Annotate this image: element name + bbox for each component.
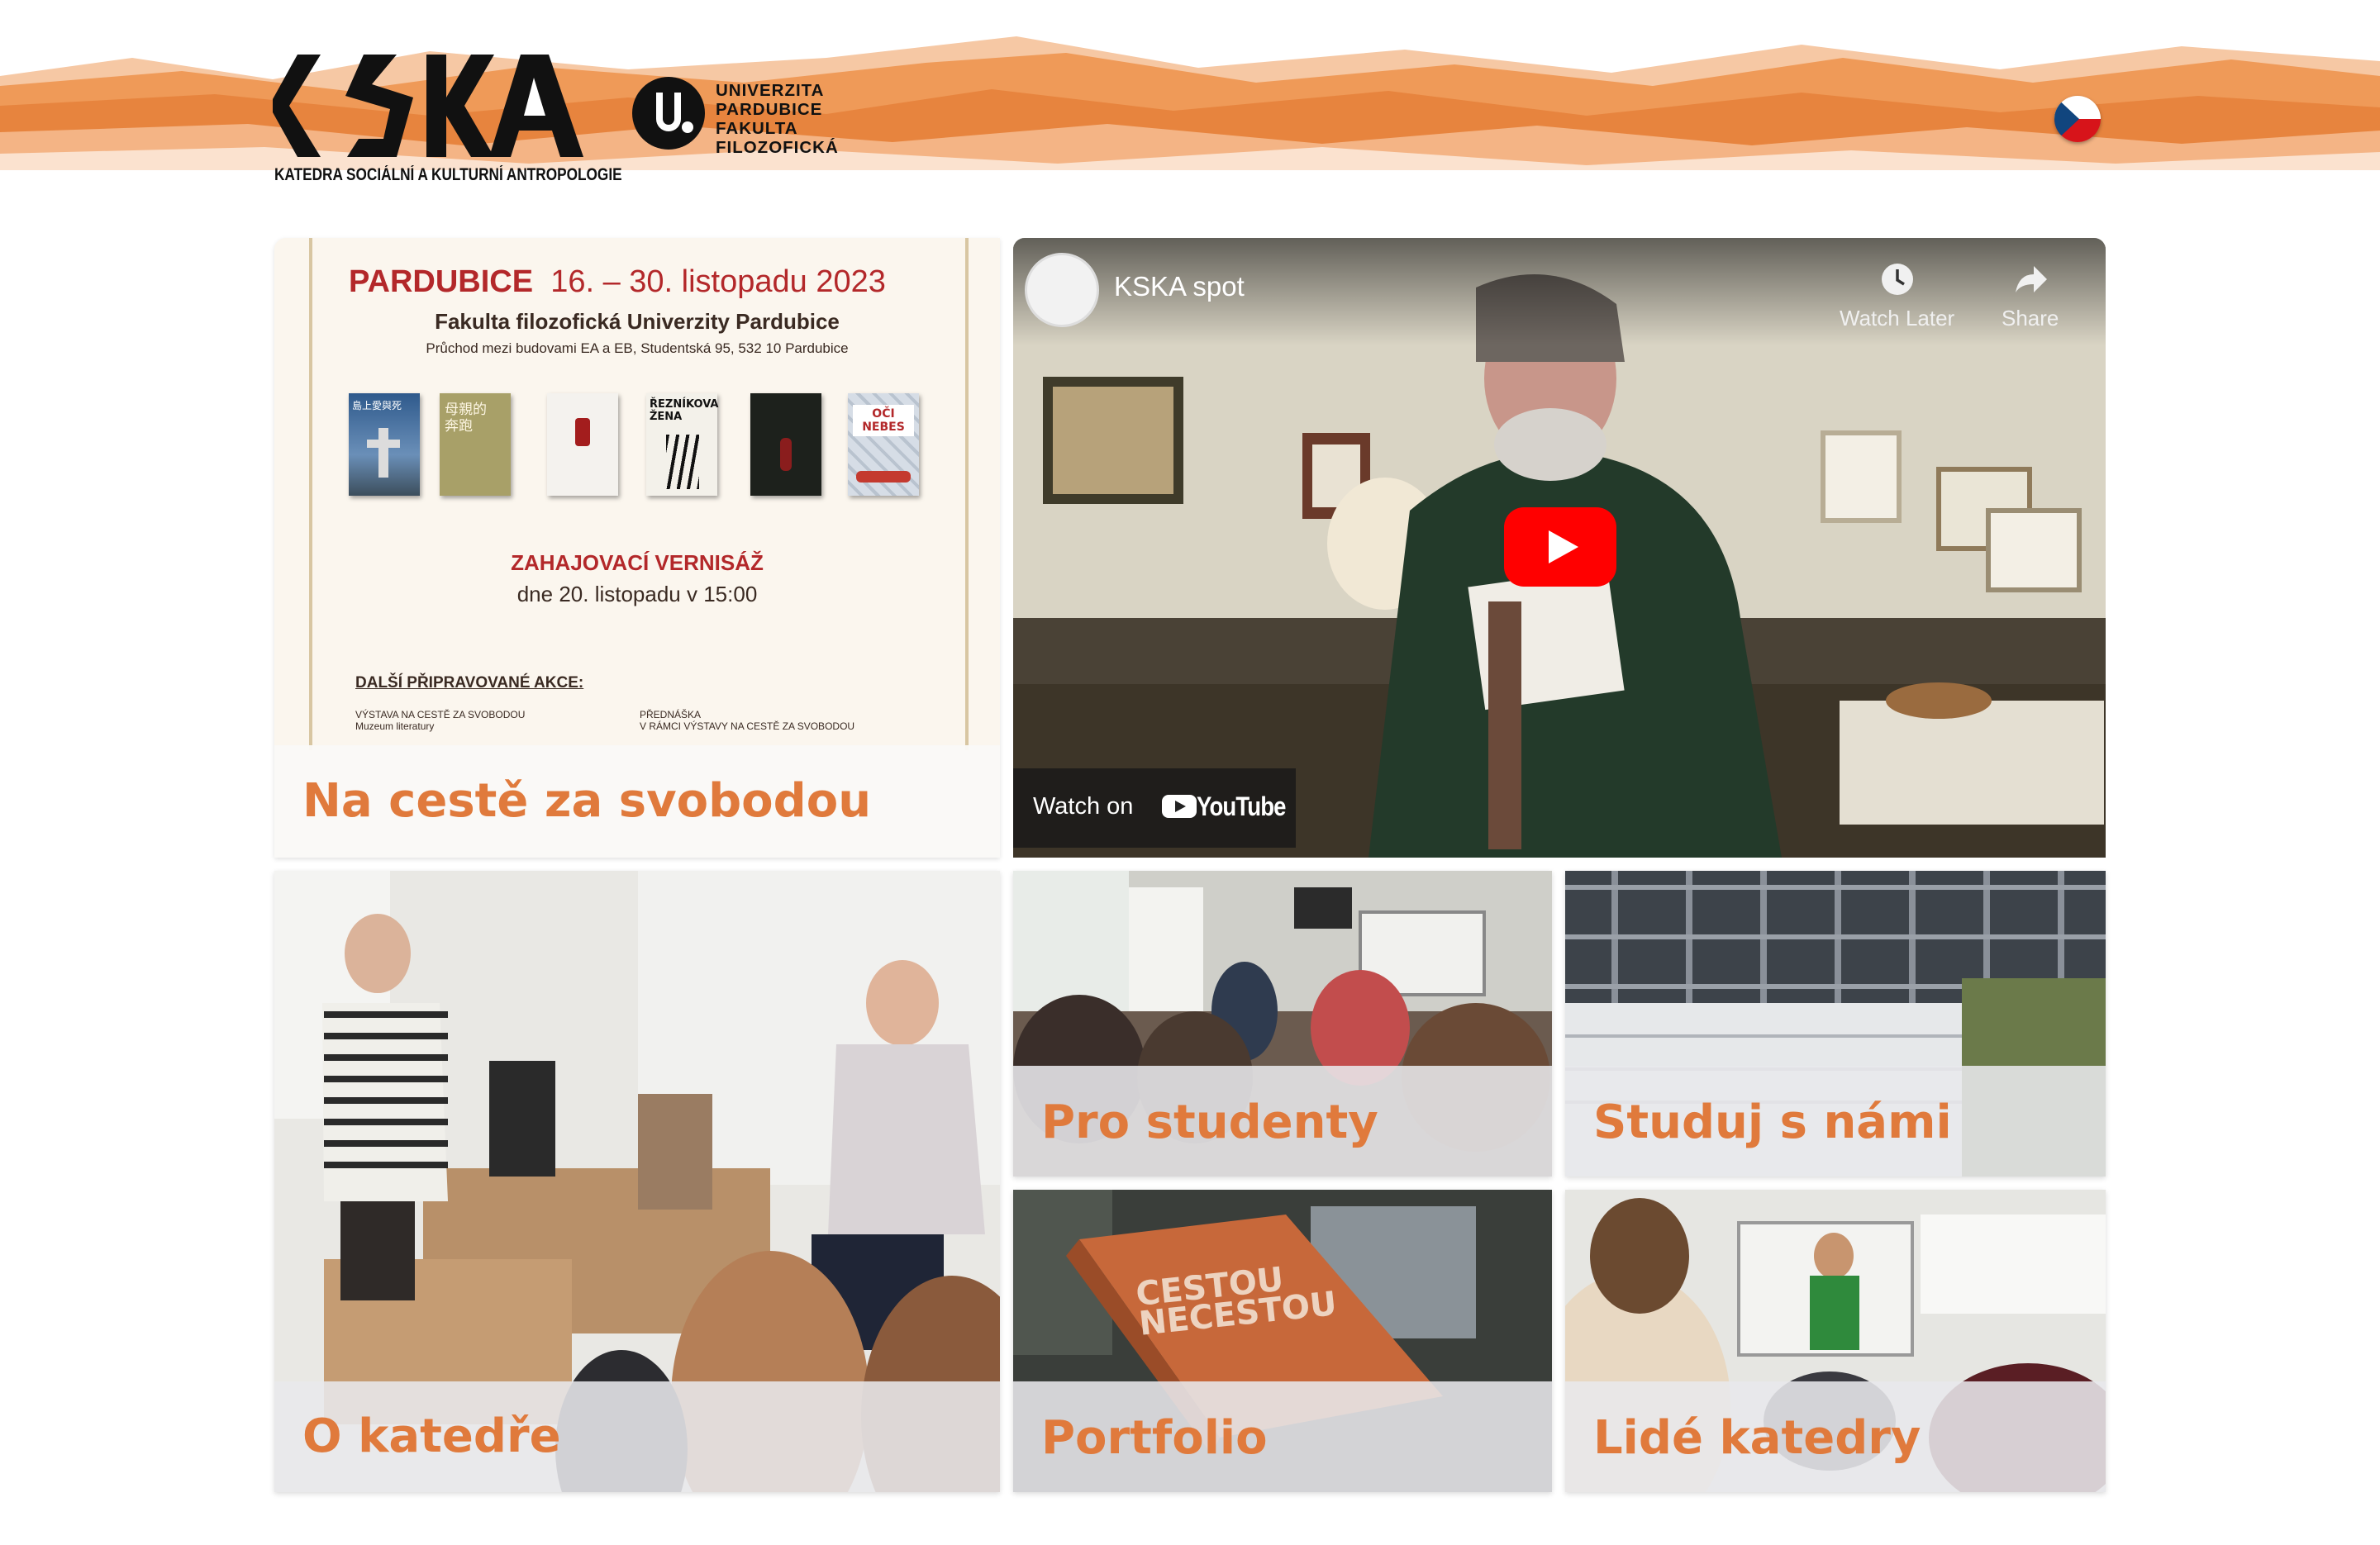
poster-city: PARDUBICE: [349, 264, 534, 299]
book-cover-title: OČI NEBES: [853, 405, 914, 436]
play-button-icon[interactable]: [1504, 507, 1616, 587]
deer-icon: [575, 418, 590, 446]
exhibition-poster-tile[interactable]: PARDUBICE 16. – 30. listopadu 2023 Fakul…: [274, 238, 1000, 858]
event-2: PŘEDNÁŠKA V RÁMCI VÝSTAVY NA CESTĚ ZA SV…: [640, 709, 854, 732]
university-line: FILOZOFICKÁ: [716, 138, 839, 157]
tile-study-with-us[interactable]: Studuj s námi: [1565, 871, 2106, 1177]
poster-address: Průchod mezi budovami EA a EB, Studentsk…: [426, 340, 849, 356]
tile-label-portfolio: Portfolio: [1013, 1381, 1552, 1492]
university-emblem[interactable]: [631, 76, 706, 150]
car-icon: [856, 471, 911, 483]
university-line: FAKULTA: [716, 119, 798, 138]
event-2-title: PŘEDNÁŠKA: [640, 709, 702, 720]
event-1: VÝSTAVA NA CESTĚ ZA SVOBODOU Muzeum lite…: [355, 709, 525, 732]
channel-avatar[interactable]: [1025, 253, 1099, 327]
share-label: Share: [2002, 306, 2059, 330]
university-name[interactable]: UNIVERZITA PARDUBICE FAKULTA FILOZOFICKÁ: [716, 81, 839, 157]
book-cover: [750, 393, 821, 496]
book-cover: ŘEZNÍKOVA ŽENA: [646, 393, 719, 496]
kska-logo[interactable]: [273, 48, 583, 164]
book-cover: OČI NEBES: [848, 393, 919, 496]
book-cover-title: 島上愛與死: [352, 400, 402, 411]
more-events-title: DALŠÍ PŘIPRAVOVANÉ AKCE:: [355, 674, 584, 692]
opening-date: dne 20. listopadu v 15:00: [516, 582, 758, 606]
event-1-place: Muzeum literatury: [355, 720, 435, 732]
youtube-logo-icon: [1162, 795, 1197, 818]
book-cover: 母親的奔跑: [440, 393, 511, 496]
tile-label-students: Pro studenty: [1013, 1066, 1552, 1177]
tile-for-students[interactable]: Pro studenty: [1013, 871, 1552, 1177]
watch-on-youtube-button[interactable]: Watch on YouTube: [1013, 768, 1296, 848]
bamboo-icon: [666, 435, 699, 489]
event-2-place: V RÁMCI VÝSTAVY NA CESTĚ ZA SVOBODOU: [640, 720, 855, 732]
figure-icon: [780, 438, 792, 471]
share-arrow-icon: [2015, 266, 2047, 292]
university-line: UNIVERZITA: [716, 81, 825, 100]
logo-subtitle: KATEDRA SOCIÁLNÍ A KULTURNÍ ANTROPOLOGIE: [274, 165, 622, 184]
book-cover-title: 母親的奔跑: [445, 402, 487, 435]
tile-label-people: Lidé katedry: [1565, 1381, 2106, 1492]
watch-later-label: Watch Later: [1840, 306, 1955, 330]
czech-flag-icon[interactable]: [2054, 96, 2101, 142]
tile-about-department[interactable]: O katedře: [274, 871, 1000, 1492]
youtube-video-embed[interactable]: KSKA spot Watch Later Share Watch on You…: [1013, 238, 2106, 858]
youtube-wordmark: YouTube: [1197, 792, 1286, 821]
book-cover-title: ŘEZNÍKOVA ŽENA: [650, 398, 719, 423]
tile-label-study: Studuj s námi: [1565, 1066, 2106, 1177]
share-button[interactable]: Share: [2002, 261, 2059, 331]
tile-label-exhibition[interactable]: Na cestě za svobodou: [274, 745, 1000, 858]
poster-faculty: Fakulta filozofická Univerzity Pardubice: [435, 309, 840, 334]
university-line: PARDUBICE: [716, 100, 823, 119]
clock-icon: [1881, 264, 1913, 295]
book-cover: [547, 393, 618, 496]
event-1-title: VÝSTAVA NA CESTĚ ZA SVOBODOU: [355, 709, 526, 720]
poster-dates: 16. – 30. listopadu 2023: [550, 264, 886, 299]
video-title[interactable]: KSKA spot: [1114, 271, 1245, 302]
cross-icon: [367, 440, 400, 448]
watch-on-label: Watch on: [1033, 793, 1134, 820]
tile-department-people[interactable]: Lidé katedry: [1565, 1190, 2106, 1492]
poster-book-covers: 島上愛與死 母親的奔跑 ŘEZNÍKOVA ŽENA OČI NEBES: [349, 393, 927, 501]
opening-title: ZAHAJOVACÍ VERNISÁŽ: [511, 550, 764, 575]
poster-headline: PARDUBICE 16. – 30. listopadu 2023: [349, 264, 886, 300]
watch-later-button[interactable]: Watch Later: [1840, 261, 1954, 331]
cross-icon: [378, 428, 388, 478]
tile-portfolio[interactable]: CESTOU NECESTOU Portfolio: [1013, 1190, 1552, 1492]
tile-label-about: O katedře: [274, 1381, 1000, 1492]
book-cover: 島上愛與死: [349, 393, 420, 496]
